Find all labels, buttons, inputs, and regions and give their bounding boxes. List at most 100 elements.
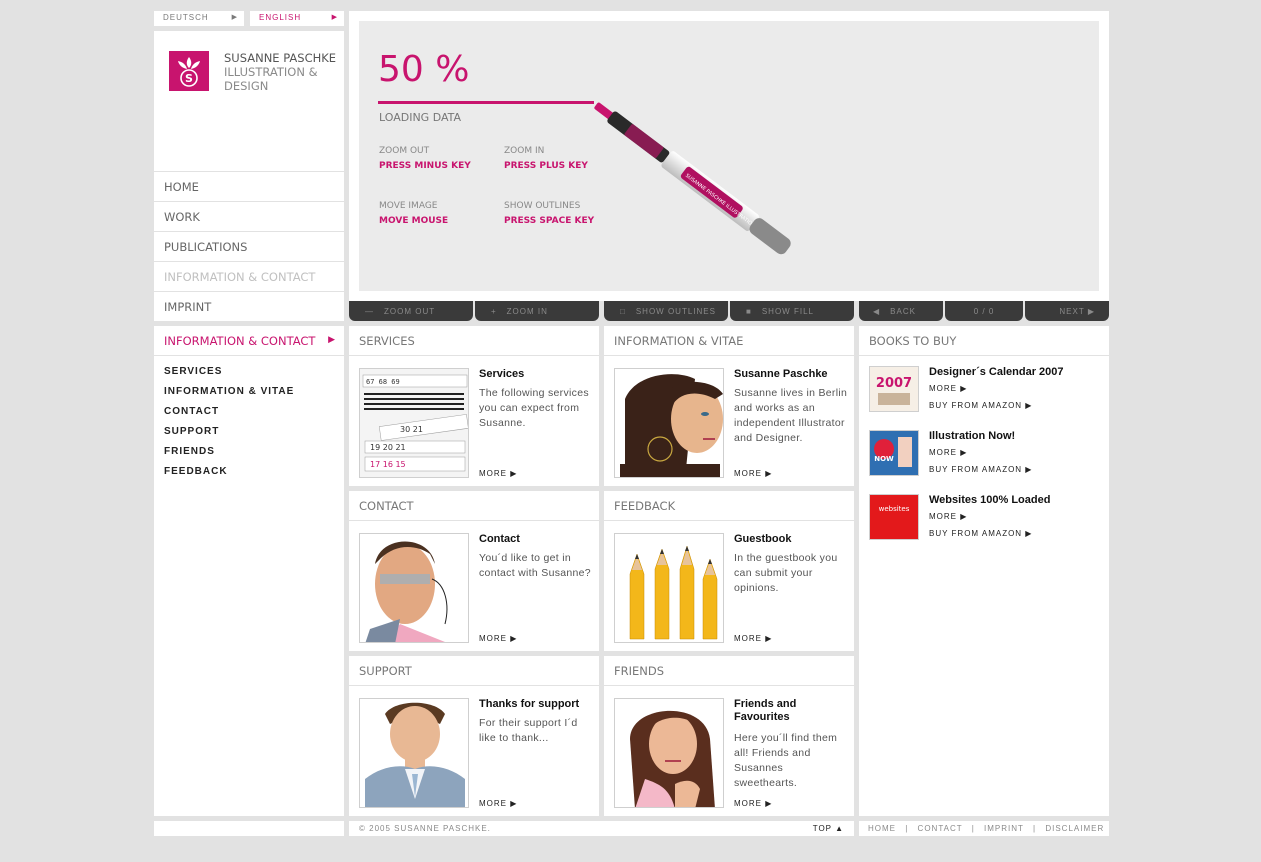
loading-percent: 50 % [378,49,470,90]
subnav-item-contact[interactable]: CONTACT [164,406,344,426]
svg-text:17 16 15: 17 16 15 [370,460,406,469]
hint-zoom-in-label: ZOOM IN [504,146,545,156]
vitae-title: Susanne Paschke [734,368,828,380]
friends-text: Here you´ll find them all! Friends and S… [734,732,838,789]
panel-vitae-heading: INFORMATION & VITAE [604,326,854,356]
book-more-link[interactable]: MORE ▶ [929,384,967,393]
footer-link-home[interactable]: HOME [868,824,896,833]
zoom-in-button[interactable]: + ZOOM IN [475,301,599,321]
nav-item-imprint[interactable]: IMPRINT [154,292,344,322]
friends-more-link[interactable]: MORE ▶ [734,799,772,808]
lang-deutsch-label: DEUTSCH [163,13,209,22]
logo-text: SUSANNE PASCHKE ILLUSTRATION & DESIGN [224,51,336,93]
book-cover-websites[interactable]: websites [869,494,919,540]
panel-friends-heading: FRIENDS [604,656,854,686]
vitae-text: Susanne lives in Berlin and works as an … [734,387,848,444]
lang-english[interactable]: ENGLISH ▶ [250,11,344,26]
subnav-heading[interactable]: INFORMATION & CONTACT ▶ [154,326,344,356]
book-cover-calendar[interactable]: 2007 [869,366,919,412]
subnav-item-services[interactable]: SERVICES [164,366,344,386]
show-outlines-button[interactable]: □ SHOW OUTLINES [604,301,728,321]
footer-link-imprint[interactable]: IMPRINT [984,824,1024,833]
zoom-out-label: ZOOM OUT [384,307,436,316]
panel-services: SERVICES 67 68 69 30 21 19 20 21 17 16 1… [349,326,599,486]
logo-block[interactable]: S SUSANNE PASCHKE ILLUSTRATION & DESIGN [154,31,344,171]
book-more-link[interactable]: MORE ▶ [929,448,967,457]
subnav-item-feedback[interactable]: FEEDBACK [164,466,344,486]
services-title: Services [479,368,525,380]
back-label: BACK [890,307,916,316]
image-counter-label: 0 / 0 [973,307,995,316]
subnav-item-friends[interactable]: FRIENDS [164,446,344,466]
triangle-right-icon: ▶ [1087,307,1095,316]
zoom-out-button[interactable]: — ZOOM OUT [349,301,473,321]
feedback-title: Guestbook [734,533,792,545]
subnav-heading-label: INFORMATION & CONTACT [164,334,316,348]
books-heading: BOOKS TO BUY [859,326,1109,356]
book-item: NOW Illustration Now! MORE ▶ BUY FROM AM… [869,430,1099,480]
nav-item-publications[interactable]: PUBLICATIONS [154,232,344,262]
book-buy-link[interactable]: BUY FROM AMAZON ▶ [929,401,1032,410]
logo-tagline-2: DESIGN [224,79,269,93]
nav-item-work[interactable]: WORK [154,202,344,232]
hint-zoom-out-key: PRESS MINUS KEY [379,161,471,171]
subnav-item-vitae[interactable]: INFORMATION & VITAE [164,386,344,406]
contact-image [359,533,469,643]
next-button[interactable]: NEXT ▶ [1025,301,1109,321]
hint-zoom-out-label: ZOOM OUT [379,146,430,156]
loading-label: LOADING DATA [379,111,462,124]
back-to-top-link[interactable]: TOP ▲ [813,824,844,833]
image-counter: 0 / 0 [945,301,1023,321]
svg-text:19 20 21: 19 20 21 [370,443,406,452]
book-cover-now-text: NOW [874,455,894,463]
panel-vitae: INFORMATION & VITAE Susanne Paschke Susa… [604,326,854,486]
book-buy-link[interactable]: BUY FROM AMAZON ▶ [929,529,1032,538]
book-buy-link[interactable]: BUY FROM AMAZON ▶ [929,465,1032,474]
svg-text:67 68 69: 67 68 69 [366,378,400,386]
loading-progress-bar [378,101,594,104]
lotus-logo-icon: S [169,51,209,91]
show-fill-label: SHOW FILL [761,307,814,316]
pencils-image [614,533,724,643]
panel-support-heading: SUPPORT [349,656,599,686]
viewer-canvas[interactable]: 50 % LOADING DATA ZOOM OUT PRESS MINUS K… [359,21,1099,291]
friends-image [614,698,724,808]
vitae-more-link[interactable]: MORE ▶ [734,469,772,478]
book-title[interactable]: Websites 100% Loaded [929,494,1050,506]
contact-more-link[interactable]: MORE ▶ [479,634,517,643]
footer-link-contact[interactable]: CONTACT [918,824,963,833]
svg-text:30 21: 30 21 [400,425,423,434]
lang-deutsch[interactable]: DEUTSCH ▶ [154,11,244,26]
square-outline-icon: □ [620,307,626,316]
support-text: For their support I´d like to thank... [479,717,578,744]
contact-title: Contact [479,533,520,545]
book-cover-websites-text: websites [879,505,910,513]
book-title[interactable]: Illustration Now! [929,430,1015,442]
subnav-item-support[interactable]: SUPPORT [164,426,344,446]
services-more-link[interactable]: MORE ▶ [479,469,517,478]
support-more-link[interactable]: MORE ▶ [479,799,517,808]
nav-item-information-contact[interactable]: INFORMATION & CONTACT [154,262,344,292]
book-title[interactable]: Designer´s Calendar 2007 [929,366,1064,378]
book-cover-illustration-now[interactable]: NOW [869,430,919,476]
main-nav: HOME WORK PUBLICATIONS INFORMATION & CON… [154,172,344,322]
arrow-right-icon: ▶ [331,14,338,21]
square-filled-icon: ■ [746,307,752,316]
panel-contact: CONTACT Contact You´d like to get in con… [349,491,599,651]
footer-link-disclaimer[interactable]: DISCLAIMER [1045,824,1104,833]
book-item: 2007 Designer´s Calendar 2007 MORE ▶ BUY… [869,366,1099,416]
footer-links: HOME | CONTACT | IMPRINT | DISCLAIMER [859,821,1109,836]
svg-text:S: S [185,72,193,85]
triangle-right-icon: ▶ [328,335,335,345]
portrait-image [614,368,724,478]
lang-english-label: ENGLISH [259,13,302,22]
plus-icon: + [491,307,497,316]
book-more-link[interactable]: MORE ▶ [929,512,967,521]
subnav-list: SERVICES INFORMATION & VITAE CONTACT SUP… [154,356,344,486]
feedback-more-link[interactable]: MORE ▶ [734,634,772,643]
nav-item-home[interactable]: HOME [154,172,344,202]
support-image [359,698,469,808]
back-button[interactable]: ◀ BACK [859,301,943,321]
show-fill-button[interactable]: ■ SHOW FILL [730,301,854,321]
friends-title: Friends and Favourites [734,698,797,723]
